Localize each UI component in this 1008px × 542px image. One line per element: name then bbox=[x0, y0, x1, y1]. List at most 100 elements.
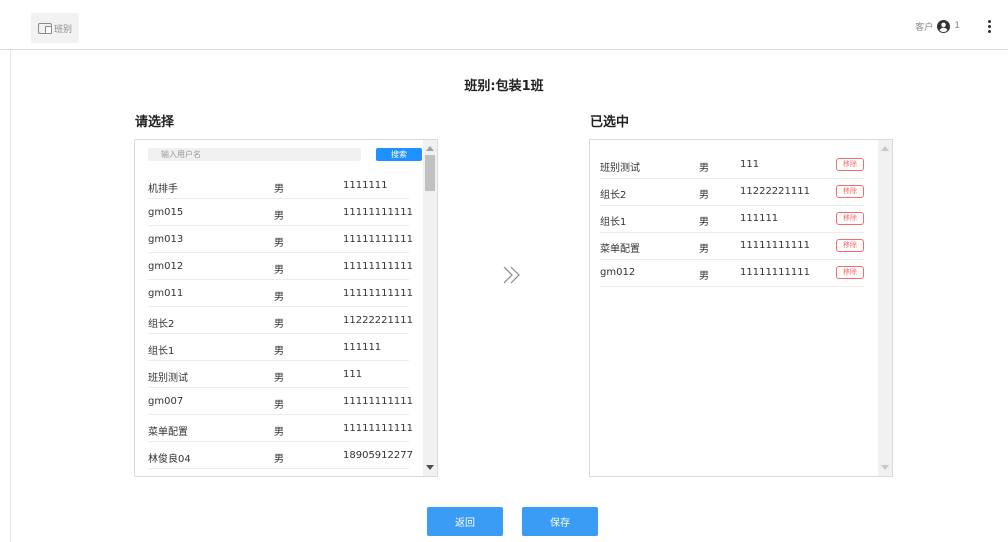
gender-cell: 男 bbox=[274, 427, 284, 438]
gender-cell: 男 bbox=[699, 244, 709, 255]
available-row[interactable]: gm011 男 11111111111 bbox=[148, 280, 413, 307]
user-name-cell: gm012 bbox=[148, 261, 184, 272]
gender-cell: 男 bbox=[699, 163, 709, 174]
user-circle-icon[interactable] bbox=[937, 19, 951, 33]
available-row[interactable]: 班别测试 男 111 bbox=[148, 361, 409, 388]
remove-button[interactable]: 移除 bbox=[836, 158, 864, 171]
gender-cell: 男 bbox=[274, 346, 284, 357]
gender-cell: 男 bbox=[699, 271, 709, 282]
user-name: 1 bbox=[954, 21, 960, 31]
user-name-cell: 组长2 bbox=[600, 190, 627, 201]
remove-button[interactable]: 移除 bbox=[836, 239, 864, 252]
phone-cell: 18905912277 bbox=[343, 450, 413, 461]
gender-cell: 男 bbox=[274, 373, 284, 384]
phone-cell: 11222221111 bbox=[740, 186, 810, 197]
available-row[interactable]: 组长2 男 11222221111 bbox=[148, 307, 413, 334]
top-bar: 班别 客户 1 bbox=[0, 0, 1008, 50]
available-row[interactable]: gm007 男 11111111111 bbox=[148, 388, 413, 415]
scroll-thumb[interactable] bbox=[425, 155, 435, 191]
user-name-cell: gm011 bbox=[148, 288, 184, 299]
phone-cell: 111111 bbox=[740, 213, 779, 224]
available-row[interactable]: gm013 男 11111111111 bbox=[148, 226, 413, 253]
selected-row: gm012 男 11111111111 移除 bbox=[600, 260, 864, 287]
remove-button[interactable]: 移除 bbox=[836, 185, 864, 198]
scroll-down-arrow-icon[interactable] bbox=[881, 465, 889, 470]
phone-cell: 11111111111 bbox=[740, 267, 810, 278]
user-name-cell: 班别测试 bbox=[600, 163, 640, 174]
user-name-cell: gm013 bbox=[148, 234, 184, 245]
gender-cell: 男 bbox=[274, 265, 284, 276]
available-row[interactable]: gm012 男 11111111111 bbox=[148, 253, 413, 280]
available-row[interactable]: 组长1 男 111111 bbox=[148, 334, 409, 361]
gender-cell: 男 bbox=[274, 238, 284, 249]
user-name-cell: 林俊良04 bbox=[148, 454, 191, 465]
available-row[interactable]: 机排手 男 1111111 bbox=[148, 172, 409, 199]
gender-cell: 男 bbox=[274, 292, 284, 303]
phone-cell: 111111 bbox=[343, 342, 382, 353]
available-row[interactable]: gm015 男 11111111111 bbox=[148, 199, 413, 226]
user-name-cell: gm012 bbox=[600, 267, 636, 278]
gender-cell: 男 bbox=[699, 190, 709, 201]
user-name-cell: 班别测试 bbox=[148, 373, 188, 384]
search-row: 搜索 bbox=[148, 148, 422, 162]
selected-row: 班别测试 男 111 移除 bbox=[600, 152, 864, 179]
user-name-cell: 组长1 bbox=[148, 346, 175, 357]
phone-cell: 111 bbox=[740, 159, 760, 170]
save-button[interactable]: 保存 bbox=[522, 507, 598, 536]
gender-cell: 男 bbox=[274, 211, 284, 222]
phone-cell: 11111111111 bbox=[343, 261, 413, 272]
page: 班别 客户 1 班别:包装1班 请选择 已选中 搜索 机排手男1111111gm… bbox=[0, 0, 1008, 542]
user-name-cell: gm015 bbox=[148, 207, 184, 218]
selected-scrollbar[interactable] bbox=[878, 140, 892, 476]
available-row[interactable]: 菜单配置 男 11111111111 bbox=[148, 415, 413, 442]
scroll-up-arrow-icon[interactable] bbox=[426, 146, 434, 151]
phone-cell: 11222221111 bbox=[343, 315, 413, 326]
user-name-cell: 菜单配置 bbox=[600, 244, 640, 255]
selected-list: 班别测试男 111 移除 组长2 男 11222221111 移除 组长1 男 111111 移除菜… bbox=[600, 152, 864, 287]
remove-button[interactable]: 移除 bbox=[836, 266, 864, 279]
user-label: 客户 bbox=[915, 22, 934, 33]
selected-row: 菜单配置 男 11111111111 移除 bbox=[600, 233, 864, 260]
back-button[interactable]: 返回 bbox=[427, 507, 503, 536]
page-title: 班别:包装1班 bbox=[464, 79, 544, 94]
user-name-cell: 菜单配置 bbox=[148, 427, 188, 438]
remove-button[interactable]: 移除 bbox=[836, 212, 864, 225]
selected-panel: 班别测试男 111 移除 组长2 男 11222221111 移除 组长1 男 111111 移除菜… bbox=[589, 139, 893, 477]
phone-cell: 11111111111 bbox=[343, 423, 413, 434]
more-vertical-icon[interactable] bbox=[982, 18, 996, 34]
selected-heading: 已选中 bbox=[590, 115, 630, 130]
phone-cell: 111 bbox=[343, 369, 363, 380]
search-button[interactable]: 搜索 bbox=[376, 148, 422, 161]
user-area: 客户 1 bbox=[915, 18, 996, 34]
double-chevron-right-icon[interactable] bbox=[500, 265, 524, 285]
user-name-cell: 机排手 bbox=[148, 184, 178, 195]
search-input[interactable] bbox=[148, 148, 361, 161]
available-scrollbar[interactable] bbox=[423, 140, 437, 476]
selected-row: 组长2 男 11222221111 移除 bbox=[600, 179, 864, 206]
phone-cell: 1111111 bbox=[343, 180, 388, 191]
gender-cell: 男 bbox=[274, 319, 284, 330]
app-logo[interactable]: 班别 bbox=[31, 13, 79, 43]
gender-cell: 男 bbox=[699, 217, 709, 228]
phone-cell: 11111111111 bbox=[343, 207, 413, 218]
class-icon bbox=[37, 22, 52, 34]
phone-cell: 11111111111 bbox=[343, 288, 413, 299]
gender-cell: 男 bbox=[274, 184, 284, 195]
user-name-cell: 组长2 bbox=[148, 319, 175, 330]
phone-cell: 11111111111 bbox=[740, 240, 810, 251]
selected-row: 组长1 男 111111 移除 bbox=[600, 206, 864, 233]
scroll-up-arrow-icon[interactable] bbox=[881, 146, 889, 151]
available-list: 机排手男 1111111 gm015 男 11111111111 gm013 男 111111… bbox=[148, 172, 413, 469]
phone-cell: 11111111111 bbox=[343, 234, 413, 245]
available-heading: 请选择 bbox=[135, 115, 175, 130]
user-name-cell: 组长1 bbox=[600, 217, 627, 228]
scroll-down-arrow-icon[interactable] bbox=[426, 465, 434, 470]
side-divider bbox=[10, 50, 11, 542]
phone-cell: 11111111111 bbox=[343, 396, 413, 407]
gender-cell: 男 bbox=[274, 400, 284, 411]
gender-cell: 男 bbox=[274, 454, 284, 465]
logo-text: 班别 bbox=[53, 24, 72, 35]
available-row[interactable]: 林俊良04 男 18905912277 bbox=[148, 442, 413, 469]
available-panel: 搜索 机排手男1111111gm015男11111111111gm013男111… bbox=[134, 139, 438, 477]
user-name-cell: gm007 bbox=[148, 396, 184, 407]
